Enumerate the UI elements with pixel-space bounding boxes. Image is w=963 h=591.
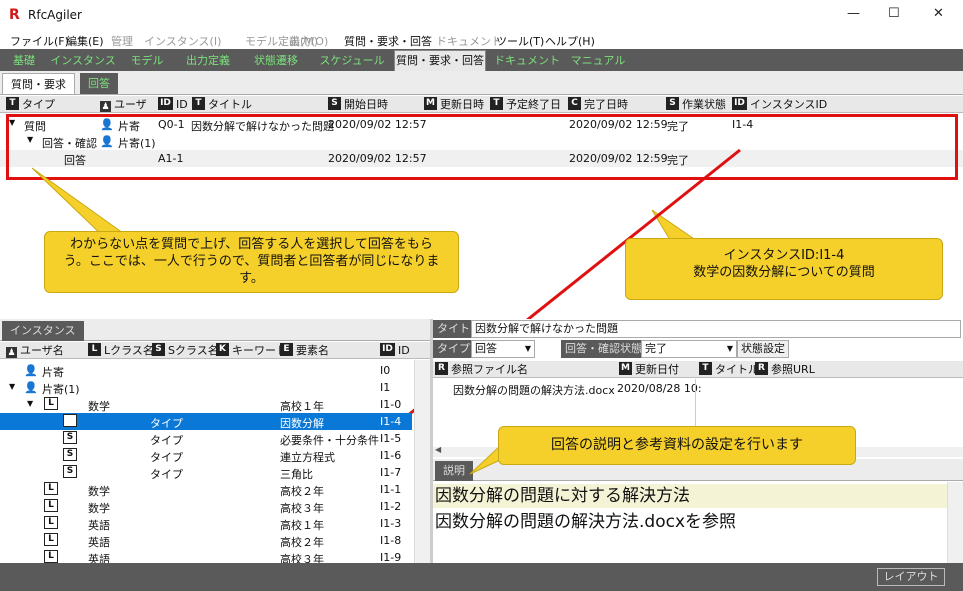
layout-button[interactable]: レイアウト xyxy=(877,568,945,586)
status-bar: レイアウト xyxy=(0,563,963,591)
callout-bottom: 回答の説明と参考資料の設定を行います xyxy=(498,426,856,465)
callout-bottom-shape xyxy=(469,444,501,475)
